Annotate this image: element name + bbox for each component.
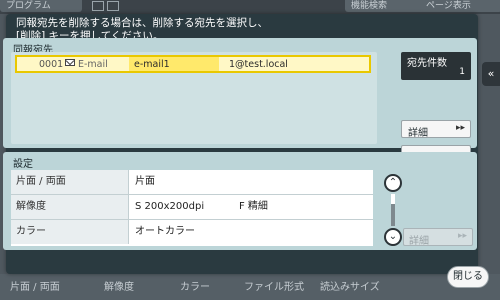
settings-value: オートカラー [135,226,195,237]
background-tab-function-search: 機能検索 [345,0,427,12]
scrollbar-track[interactable] [391,194,395,226]
recipient-detail-button[interactable]: 詳細 ▸▸ [401,120,471,139]
settings-table: 片面 / 両面 片面 解像度 S 200x200dpi F 精細 カラー オート… [11,170,373,246]
recipient-type: E-mail [78,59,108,70]
settings-value: 片面 [135,176,155,187]
recipient-count-box: 宛先件数 1 [401,52,471,80]
settings-key: 片面 / 両面 [11,170,129,194]
background-col-file-format: ファイル形式 [244,282,304,293]
recipients-section: 同報宛先 0001 E-mail e-mail1 1@test.local 宛先… [3,38,477,164]
background-settings-bar: 片面 / 両面 解像度 カラー ファイル形式 読込みサイズ [0,274,500,300]
close-button[interactable]: 閉じる [447,266,489,288]
chevron-down-icon: ⌄ [388,231,398,242]
scroll-down-button[interactable]: ⌄ [384,228,402,246]
scrollbar-thumb[interactable] [391,194,395,204]
settings-key: カラー [11,220,129,244]
recipient-list: 0001 E-mail e-mail1 1@test.local [11,52,377,144]
double-chevron-right-icon: ▸▸ [457,231,467,241]
background-col-resolution: 解像度 [104,282,134,293]
settings-row-resolution: 解像度 S 200x200dpi F 精細 [11,195,373,220]
background-toolbar-icons [92,1,138,12]
recipient-number: 0001 [39,59,64,70]
check-icon [107,1,119,11]
double-chevron-right-icon: ▸▸ [455,123,465,133]
background-top-bar: プログラム 機能検索 ページ表示 [0,0,500,14]
settings-section-title: 設定 [13,159,33,170]
recipient-count-value: 1 [459,67,465,77]
settings-key: 解像度 [11,195,129,219]
recipient-address: 1@test.local [229,59,288,70]
background-col-duplex: 片面 / 両面 [10,282,60,293]
settings-section: 設定 片面 / 両面 片面 解像度 S 200x200dpi F 精細 カラー … [3,152,477,250]
background-col-scan-size: 読込みサイズ [320,282,380,293]
square-icon [92,1,104,11]
background-tab-program: プログラム [0,0,82,12]
settings-detail-label: 詳細 [409,236,429,247]
recipient-name: e-mail1 [134,59,170,70]
settings-value-secondary: F 精細 [239,201,268,212]
chevron-up-icon: ⌃ [388,177,398,188]
recipient-row[interactable]: 0001 E-mail e-mail1 1@test.local [15,55,371,73]
settings-detail-button[interactable]: 詳細 ▸▸ [403,228,473,247]
background-col-color: カラー [180,282,210,293]
settings-row-duplex: 片面 / 両面 片面 [11,170,373,195]
recipient-count-label: 宛先件数 [407,58,447,69]
double-chevron-left-icon[interactable]: « [482,62,500,86]
background-tab-page-view: ページ表示 [420,0,500,12]
scroll-up-button[interactable]: ⌃ [384,174,402,192]
recipient-detail-label: 詳細 [408,128,428,139]
settings-row-color: カラー オートカラー [11,220,373,244]
mail-icon [65,59,75,66]
settings-value: S 200x200dpi [135,201,205,212]
